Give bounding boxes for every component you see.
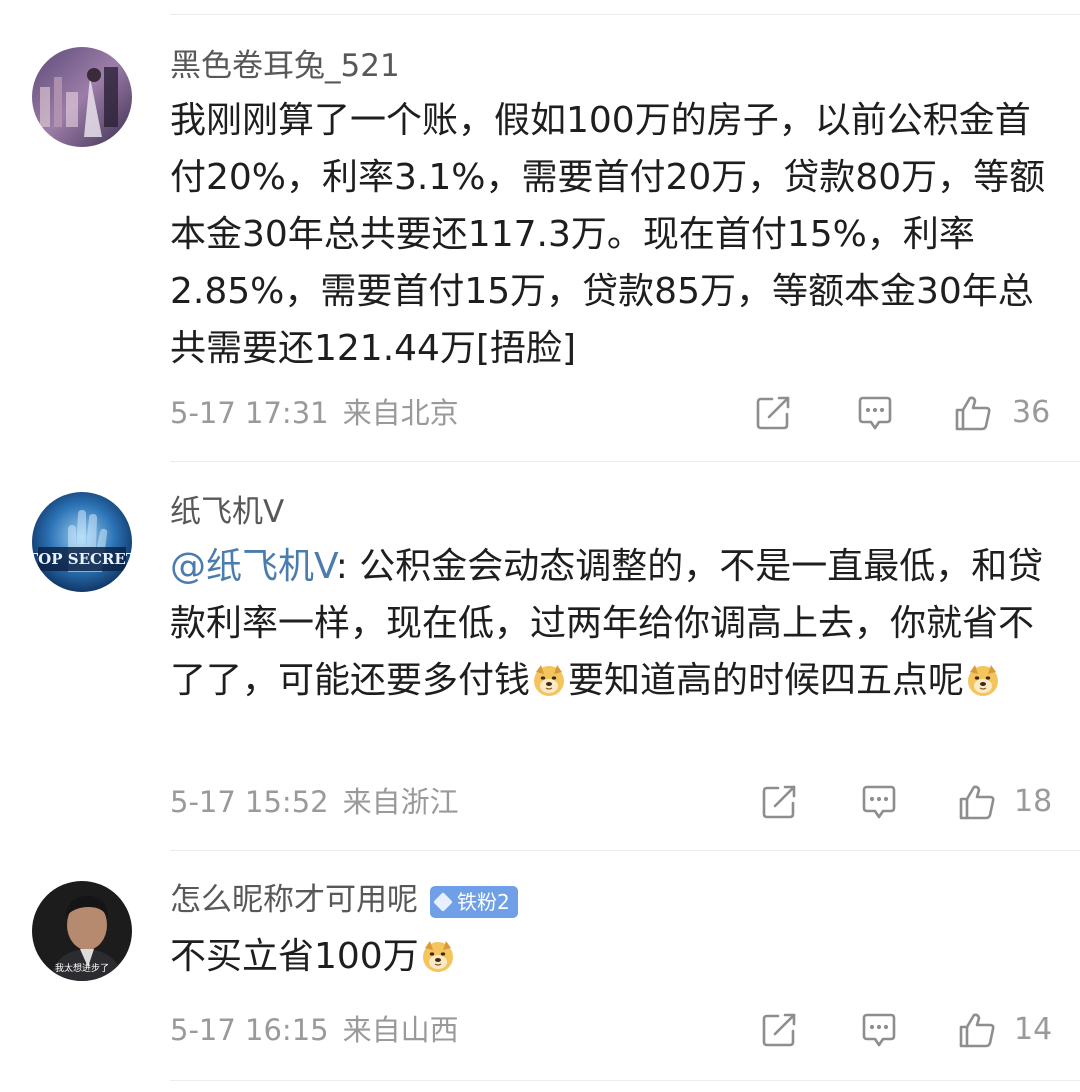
avatar[interactable]: 我太想进步了 (32, 881, 132, 981)
username: 怎么昵称才可用呢 铁粉2 (170, 880, 518, 920)
badge-label: 铁粉2 (457, 889, 510, 914)
comment-actions: 14 (750, 1009, 1053, 1053)
avatar-text: 我太想进步了 (55, 962, 109, 974)
like-count: 14 (1014, 1012, 1053, 1047)
thumb-up-icon[interactable] (956, 1009, 998, 1051)
comment-meta: 5-17 16:15 来自山西 (170, 1012, 459, 1048)
doge-emoji-icon (420, 938, 456, 974)
comment-body: 不买立省100万 (170, 936, 419, 977)
comment-item: 我太想进步了 怎么昵称才可用呢 铁粉2 不买立省100万 5-17 16:15 来自… (0, 0, 1080, 1092)
diamond-icon (433, 891, 453, 912)
avatar-image: 我太想进步了 (32, 881, 132, 981)
divider-bottom (170, 1080, 1080, 1081)
comment-date: 5-17 16:15 (170, 1013, 329, 1047)
comment-icon[interactable] (858, 1009, 900, 1051)
fan-badge[interactable]: 铁粉2 (430, 885, 518, 918)
comment-text: 不买立省100万 (170, 928, 1050, 985)
username-text[interactable]: 怎么昵称才可用呢 (170, 882, 418, 918)
comment-location: 来自山西 (342, 1013, 459, 1047)
repost-icon[interactable] (758, 1009, 800, 1051)
